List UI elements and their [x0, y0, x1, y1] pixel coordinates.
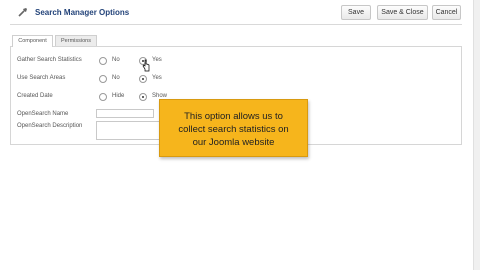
- created-date-hide-label: Hide: [112, 93, 125, 99]
- callout-line-1: This option allows us to: [184, 111, 283, 122]
- header-divider: [10, 24, 462, 25]
- annotation-callout: This option allows us to collect search …: [159, 99, 308, 157]
- created-date-hide-radio[interactable]: [99, 93, 107, 101]
- tools-icon: [18, 8, 27, 17]
- search-areas-yes-radio[interactable]: [139, 75, 147, 83]
- opensearch-name-input[interactable]: [96, 109, 154, 118]
- page-scrollbar[interactable]: [473, 0, 480, 270]
- search-areas-yes-label: Yes: [152, 75, 162, 81]
- search-areas-no-radio[interactable]: [99, 75, 107, 83]
- cancel-button[interactable]: Cancel: [432, 5, 461, 20]
- opensearch-description-textarea[interactable]: [96, 121, 162, 140]
- save-button[interactable]: Save: [341, 5, 371, 20]
- page-title: Search Manager Options: [35, 8, 130, 17]
- toolbar-header: Search Manager Options Save Save & Close…: [10, 3, 461, 21]
- hand-cursor-icon: [142, 59, 150, 72]
- created-date-show-radio[interactable]: [139, 93, 147, 101]
- opensearch-name-label: OpenSearch Name: [17, 111, 69, 117]
- tab-permissions[interactable]: Permissions: [55, 35, 97, 46]
- callout-line-2: collect search statistics on: [178, 124, 289, 135]
- gather-statistics-no-radio[interactable]: [99, 57, 107, 65]
- gather-statistics-yes-label: Yes: [152, 57, 162, 63]
- gather-statistics-label: Gather Search Statistics: [17, 57, 82, 63]
- created-date-label: Created Date: [17, 93, 53, 99]
- search-areas-no-label: No: [112, 75, 120, 81]
- use-search-areas-label: Use Search Areas: [17, 75, 66, 81]
- tab-component[interactable]: Component: [12, 35, 53, 47]
- opensearch-description-label: OpenSearch Description: [17, 123, 83, 129]
- save-close-button[interactable]: Save & Close: [377, 5, 428, 20]
- callout-line-3: our Joomla website: [192, 137, 275, 148]
- gather-statistics-no-label: No: [112, 57, 120, 63]
